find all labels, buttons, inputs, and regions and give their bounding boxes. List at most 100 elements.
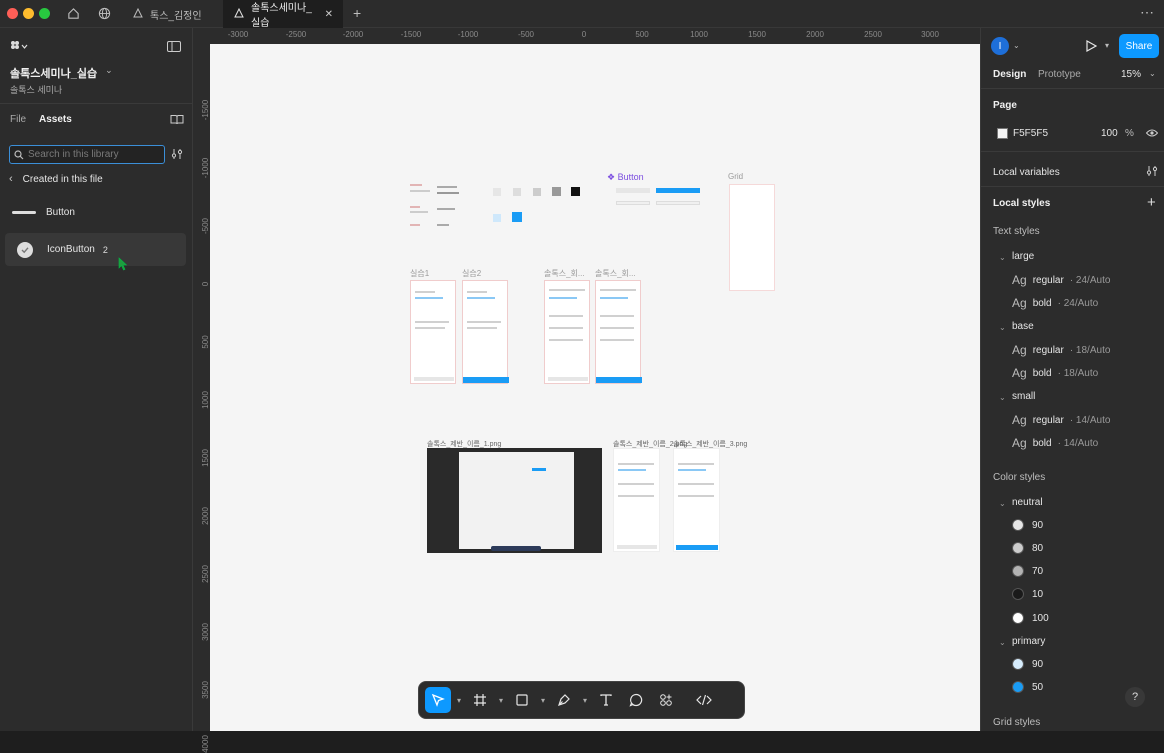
text-style-group-small[interactable]: small	[1012, 391, 1035, 402]
grid-frame-label[interactable]: Grid	[728, 172, 743, 181]
actions-tool-icon[interactable]	[653, 687, 679, 713]
chevron-down-icon[interactable]: ⌄	[999, 638, 1006, 647]
sol2-label[interactable]: 솔톡스_회...	[595, 268, 636, 279]
page-opacity[interactable]: 100	[1101, 128, 1118, 139]
chevron-down-icon[interactable]: ⌄	[999, 499, 1006, 508]
sol2-frame[interactable]	[595, 280, 642, 384]
sol1-frame[interactable]	[544, 280, 590, 384]
tab-file-2[interactable]: 솔톡스세미나_실습 ✕	[223, 0, 343, 29]
ruler-tick: -1000	[457, 30, 479, 39]
minimize-window-button[interactable]	[23, 8, 34, 19]
color-style-item[interactable]: 70	[1012, 565, 1043, 577]
globe-icon[interactable]	[98, 7, 111, 23]
chevron-down-icon[interactable]: ⌄	[999, 323, 1006, 332]
variables-settings-icon[interactable]	[1146, 165, 1158, 180]
new-tab-button[interactable]: +	[353, 5, 361, 21]
tab-assets[interactable]: Assets	[39, 114, 72, 125]
color-style-item[interactable]: 10	[1012, 588, 1043, 600]
component-item-iconbutton[interactable]: IconButton 2	[5, 233, 186, 266]
frame-tool-icon[interactable]	[467, 687, 493, 713]
tab-file[interactable]: File	[10, 114, 26, 125]
chevron-down-icon[interactable]: ▾	[455, 696, 463, 705]
search-input[interactable]	[28, 149, 158, 160]
text-style-item[interactable]: Ag regular · 18/Auto	[1012, 343, 1110, 357]
sol1-label[interactable]: 솔톡스_회...	[544, 268, 585, 279]
pen-tool-icon[interactable]	[551, 687, 577, 713]
chevron-down-icon[interactable]: ▾	[539, 696, 547, 705]
button-component-label[interactable]: ❖ Button	[607, 172, 644, 183]
page-color-swatch[interactable]	[997, 128, 1008, 139]
local-variables[interactable]: Local variables	[993, 167, 1060, 178]
image1-frame[interactable]	[427, 448, 602, 553]
more-menu-button[interactable]: ⋯	[1140, 4, 1154, 21]
chevron-down-icon[interactable]: ⌄	[1013, 41, 1020, 50]
ruler-tick: -1500	[400, 30, 422, 39]
text-style-item[interactable]: Ag bold · 14/Auto	[1012, 436, 1098, 450]
text-style-item[interactable]: Ag regular · 14/Auto	[1012, 413, 1110, 427]
dev-mode-icon[interactable]	[691, 687, 717, 713]
project-name[interactable]: 솔톡스 세미나	[10, 83, 62, 96]
text-style-group-large[interactable]: large	[1012, 251, 1034, 262]
text-style-item[interactable]: Ag regular · 24/Auto	[1012, 273, 1110, 287]
close-window-button[interactable]	[7, 8, 18, 19]
zoom-level[interactable]: 15%	[1121, 69, 1141, 80]
filter-icon[interactable]	[171, 148, 183, 163]
text-style-group-base[interactable]: base	[1012, 321, 1034, 332]
text-tool-icon[interactable]	[593, 687, 619, 713]
avatar[interactable]: I	[991, 37, 1009, 55]
library-book-icon[interactable]	[170, 114, 184, 128]
ruler-tick: 500	[635, 30, 649, 39]
practice2-frame[interactable]	[462, 280, 509, 384]
text-style-item[interactable]: Ag bold · 24/Auto	[1012, 296, 1098, 310]
chevron-down-icon[interactable]: ▾	[581, 696, 589, 705]
color-style-group-neutral[interactable]: neutral	[1012, 497, 1043, 508]
move-tool-icon[interactable]	[425, 687, 451, 713]
button-component-set[interactable]	[600, 184, 705, 224]
chevron-down-icon[interactable]: ⌄	[999, 253, 1006, 262]
practice1-label[interactable]: 실습1	[410, 268, 429, 279]
present-play-icon[interactable]	[1085, 39, 1098, 55]
help-button[interactable]: ?	[1125, 687, 1145, 707]
color-style-item[interactable]: 80	[1012, 542, 1043, 554]
color-style-item[interactable]: 50	[1012, 681, 1043, 693]
back-to-libraries[interactable]: ‹ Created in this file	[9, 173, 103, 185]
horizontal-ruler: -3000 -2500 -2000 -1500 -1000 -500 0 500…	[210, 28, 980, 44]
component-item-button[interactable]: Button	[0, 200, 193, 224]
chevron-down-icon[interactable]: ⌄	[1149, 69, 1156, 78]
tab-design[interactable]: Design	[993, 69, 1026, 80]
color-style-item[interactable]: 90	[1012, 658, 1043, 670]
add-style-icon[interactable]: +	[1147, 194, 1156, 211]
comment-tool-icon[interactable]	[623, 687, 649, 713]
maximize-window-button[interactable]	[39, 8, 50, 19]
file-name-menu[interactable]: 솔톡스세미나_실습 ⌄	[10, 65, 113, 81]
style-name: 90	[1032, 519, 1044, 531]
chevron-down-icon[interactable]: ▾	[497, 696, 505, 705]
practice1-frame[interactable]	[410, 280, 456, 384]
chevron-down-icon[interactable]: ⌄	[999, 393, 1006, 402]
home-icon[interactable]	[67, 7, 80, 23]
practice2-label[interactable]: 실습2	[462, 268, 481, 279]
share-button[interactable]: Share	[1119, 34, 1159, 58]
tab-file-1[interactable]: 톡스_김정인	[122, 0, 222, 28]
image2-frame[interactable]	[613, 448, 660, 552]
tab-prototype[interactable]: Prototype	[1038, 69, 1081, 80]
color-style-group-primary[interactable]: primary	[1012, 636, 1045, 647]
style-meta: · 18/Auto	[1069, 344, 1111, 356]
search-field[interactable]	[9, 145, 165, 164]
close-tab-icon[interactable]: ✕	[325, 9, 333, 20]
style-meta: · 18/Auto	[1057, 367, 1099, 379]
ruler-tick: -500	[517, 30, 535, 39]
color-style-item[interactable]: 90	[1012, 519, 1043, 531]
image3-frame[interactable]	[673, 448, 720, 552]
chevron-down-icon[interactable]: ▾	[1105, 41, 1109, 50]
color-style-item[interactable]: 100	[1012, 612, 1049, 624]
design-canvas[interactable]: ❖ Button Grid 실습1 실습2 솔톡스_회... 솔톡스_회...	[210, 44, 980, 731]
grid-frame[interactable]	[729, 184, 775, 291]
text-style-item[interactable]: Ag bold · 18/Auto	[1012, 366, 1098, 380]
page-color-value[interactable]: F5F5F5	[1013, 128, 1048, 139]
checkmark-circle-icon	[17, 241, 33, 258]
figma-menu-icon[interactable]	[10, 40, 28, 55]
rectangle-tool-icon[interactable]	[509, 687, 535, 713]
eye-icon[interactable]	[1145, 128, 1159, 141]
toggle-sidebar-icon[interactable]	[167, 41, 181, 55]
